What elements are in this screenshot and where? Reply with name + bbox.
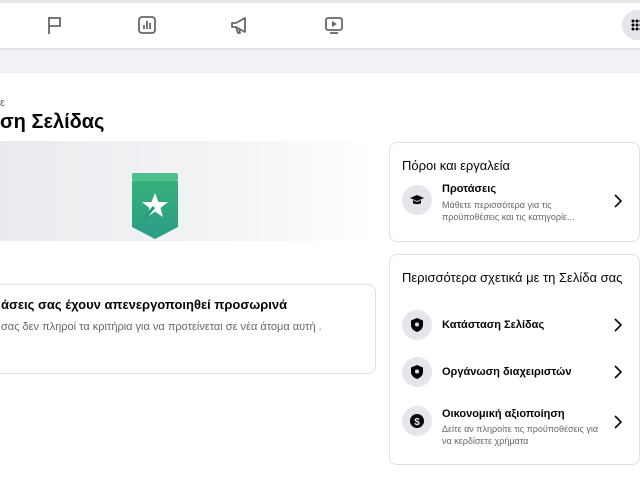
menu-grid-icon[interactable] [622, 10, 640, 40]
shield-icon [402, 310, 432, 340]
graduation-cap-icon [402, 185, 432, 215]
video-icon[interactable] [323, 14, 345, 36]
monetization-label: Οικονομική αξιοποίηση [442, 408, 565, 420]
page-title: ση Σελίδας [0, 111, 105, 133]
recommendations-label: Προτάσεις [442, 183, 497, 195]
monetization-subtext: Δείτε αν πληροίτε τις προϋποθέσεις για ν… [442, 424, 599, 446]
resources-card-title: Πόροι και εργαλεία [402, 158, 511, 173]
chevron-right-icon [612, 365, 624, 379]
chevron-right-icon [612, 318, 624, 332]
svg-text:$: $ [414, 417, 420, 428]
admin-organization-row[interactable]: Οργάνωση διαχειριστών [390, 357, 639, 401]
notice-text: σας δεν πληροί τα κριτήρια για να προτεί… [1, 321, 322, 333]
recommendations-disabled-notice: άσεις σας έχουν απενεργοποιηθεί προσωριν… [0, 284, 376, 374]
megaphone-icon[interactable] [229, 14, 251, 36]
resources-card: Πόροι και εργαλεία Προτάσεις Μάθετε περι… [389, 142, 640, 242]
page-status-label: Κατάσταση Σελίδας [442, 319, 545, 331]
more-about-page-card: Περισσότερα σχετικά με τη Σελίδα σας Κατ… [389, 254, 640, 465]
recommendations-subtext: Μάθετε περισσότερα για τις προϋποθέσεις … [442, 200, 575, 222]
page-status-row[interactable]: Κατάσταση Σελίδας [390, 310, 639, 354]
breadcrumb: ε [0, 97, 5, 109]
admin-organization-label: Οργάνωση διαχειριστών [442, 366, 572, 378]
notice-title: άσεις σας έχουν απενεργοποιηθεί προσωριν… [1, 297, 288, 312]
chevron-right-icon [612, 415, 624, 429]
shield-icon [402, 357, 432, 387]
hero-banner [0, 141, 374, 241]
monetization-row[interactable]: $ Οικονομική αξιοποίηση Δείτε αν πληροίτ… [390, 403, 639, 453]
recommendations-row[interactable]: Προτάσεις Μάθετε περισσότερα για τις προ… [390, 183, 639, 227]
dollar-icon: $ [402, 406, 432, 436]
top-navigation-bar [0, 0, 640, 48]
flag-icon[interactable] [44, 14, 66, 36]
chevron-right-icon [612, 194, 624, 208]
recommendations-badge-icon [130, 173, 180, 239]
top-divider [0, 0, 640, 3]
main-content: ε ση Σελίδας άσεις σας έχουν απενεργοποι… [0, 73, 640, 490]
chart-icon[interactable] [136, 14, 158, 36]
more-card-title: Περισσότερα σχετικά με τη Σελίδα σας [402, 270, 623, 285]
